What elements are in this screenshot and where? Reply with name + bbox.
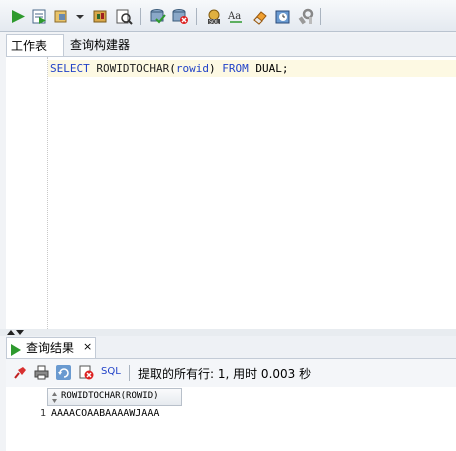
unshared-sql-icon[interactable]: SQL [205, 8, 223, 26]
run-statement-icon[interactable] [9, 8, 27, 25]
column-header-label: ROWIDTOCHAR(ROWID) [61, 391, 159, 401]
uppercase-icon[interactable]: Aa [227, 8, 245, 25]
cell-rowid[interactable]: AAAACOAABAAAAWJAAA [51, 408, 159, 419]
sql-table: DUAL; [255, 62, 289, 75]
pin-icon[interactable] [12, 365, 27, 380]
refresh-icon[interactable] [56, 365, 71, 380]
collapse-up-icon[interactable] [7, 330, 15, 335]
rollback-icon[interactable] [171, 8, 189, 25]
main-toolbar: SQL Aa [0, 0, 456, 32]
autotrace-icon[interactable] [92, 8, 110, 25]
explain-plan-icon[interactable] [53, 8, 71, 25]
delete-icon[interactable] [79, 365, 94, 380]
svg-text:SQL: SQL [209, 20, 219, 26]
run-script-icon[interactable] [31, 8, 49, 25]
eraser-icon[interactable] [251, 8, 269, 25]
worksheet-tab-bar: 工作表 查询构建器 [6, 34, 456, 57]
sort-icon[interactable] [51, 391, 58, 407]
chevron-down-icon[interactable] [75, 8, 85, 25]
sql-paren-close: ) [208, 62, 216, 75]
tab-query-builder[interactable]: 查询构建器 [66, 34, 154, 56]
tab-worksheet[interactable]: 工作表 [6, 34, 64, 56]
sql-paren-open: ( [169, 62, 176, 75]
sql-button[interactable]: SQL [101, 366, 121, 377]
result-grid[interactable]: ROWIDTOCHAR(ROWID) 1 AAAACOAABAAAAWJAAA [6, 387, 456, 451]
results-toolbar: SQL 提取的所有行: 1, 用时 0.003 秒 [6, 359, 456, 387]
tab-query-result[interactable]: 查询结果 × [6, 337, 96, 358]
results-tab-bar: 查询结果 × [6, 336, 456, 359]
svg-text:Aa: Aa [227, 11, 241, 22]
close-icon[interactable]: × [83, 337, 92, 357]
sql-parameter: rowid [175, 62, 209, 75]
sql-editor[interactable]: SELECT ROWIDTOCHAR(rowid) FROM DUAL; [6, 57, 456, 329]
tools-icon[interactable] [297, 8, 315, 25]
panel-splitter[interactable] [0, 329, 456, 336]
sql-function: ROWIDTOCHAR [96, 62, 170, 75]
tab-query-result-label: 查询结果 [26, 341, 75, 355]
sql-tuning-icon[interactable] [115, 8, 133, 25]
sql-keyword-select: SELECT [50, 62, 90, 75]
row-number: 1 [40, 408, 47, 419]
column-header[interactable]: ROWIDTOCHAR(ROWID) [47, 388, 182, 406]
table-row[interactable]: 1 AAAACOAABAAAAWJAAA [6, 407, 182, 423]
sql-keyword-from: FROM [222, 62, 249, 75]
fetch-status: 提取的所有行: 1, 用时 0.003 秒 [138, 367, 312, 381]
collapse-down-icon[interactable] [16, 330, 24, 335]
gutter-divider [47, 57, 48, 329]
history-icon[interactable] [274, 8, 292, 25]
sql-statement[interactable]: SELECT ROWIDTOCHAR(rowid) FROM DUAL; [50, 60, 288, 77]
print-icon[interactable] [34, 365, 49, 380]
commit-icon[interactable] [149, 8, 167, 25]
